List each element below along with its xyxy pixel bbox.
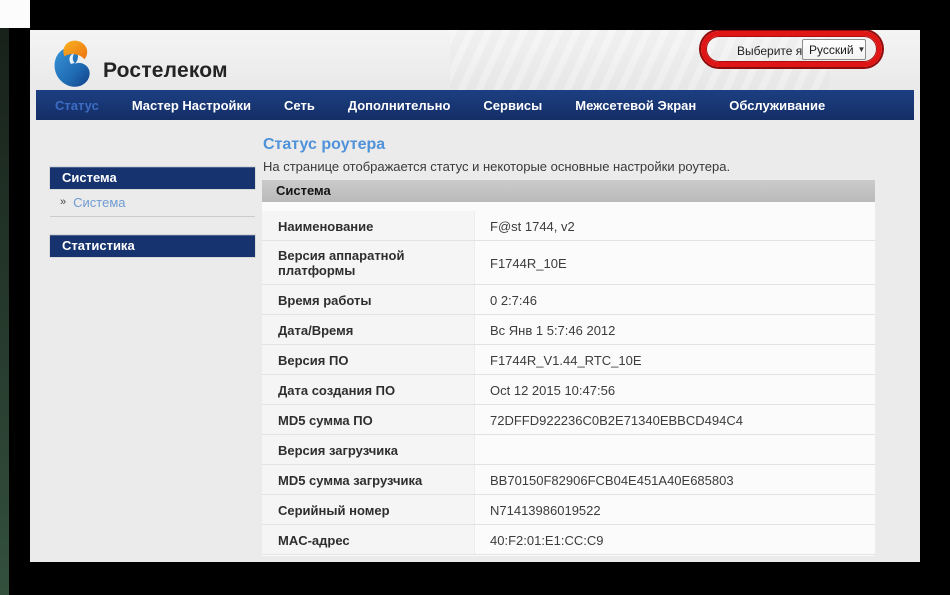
table-row: Дата/Время Вс Янв 1 5:7:46 2012	[262, 315, 875, 345]
row-label: Дата/Время	[262, 315, 475, 344]
table-row: Серийный номер N71413986019522	[262, 495, 875, 525]
row-value	[475, 435, 875, 464]
site-header: Ростелеком Выберите язык: Русский ▼	[30, 30, 920, 90]
table-row: MD5 сумма ПО 72DFFD922236C0B2E71340EBBCD…	[262, 405, 875, 435]
panel-header-system: Система	[262, 180, 875, 202]
table-row: Время работы 0 2:7:46	[262, 285, 875, 315]
table-row: MAC-адрес 40:F2:01:E1:CC:C9	[262, 525, 875, 555]
row-value: BB70150F82906FCB04E451A40E685803	[475, 465, 875, 494]
row-value: F1744R_10E	[475, 241, 875, 284]
rostelecom-logo-text: Ростелеком	[103, 59, 228, 83]
rostelecom-logo[interactable]: Ростелеком	[50, 34, 228, 90]
row-label: Наименование	[262, 211, 475, 240]
sidebar-link-system[interactable]: » Система	[50, 192, 255, 212]
row-value: 72DFFD922236C0B2E71340EBBCD494C4	[475, 405, 875, 434]
row-label: Серийный номер	[262, 495, 475, 524]
main-nav: Статус Мастер Настройки Сеть Дополнитель…	[36, 90, 914, 120]
row-label: Дата создания ПО	[262, 375, 475, 404]
nav-item-maintenance[interactable]: Обслуживание	[729, 98, 825, 113]
sidebar-link-label: Система	[73, 195, 125, 210]
row-label: MD5 сумма ПО	[262, 405, 475, 434]
system-info-table: Наименование F@st 1744, v2 Версия аппара…	[262, 202, 875, 556]
nav-item-status[interactable]: Статус	[55, 98, 99, 113]
row-value: F1744R_V1.44_RTC_10E	[475, 345, 875, 374]
row-value: 40:F2:01:E1:CC:C9	[475, 525, 875, 554]
browser-viewport: Ростелеком Выберите язык: Русский ▼ Стат…	[30, 30, 920, 562]
sidebar-divider	[50, 216, 255, 217]
table-row: Версия загрузчика	[262, 435, 875, 465]
page-title: Статус роутера	[263, 136, 385, 154]
dropdown-arrow-icon: ▼	[858, 45, 866, 54]
row-label: MD5 сумма загрузчика	[262, 465, 475, 494]
nav-item-firewall[interactable]: Межсетевой Экран	[575, 98, 696, 113]
row-label: Время работы	[262, 285, 475, 314]
table-row: Версия аппаратной платформы F1744R_10E	[262, 241, 875, 285]
row-label: Версия аппаратной платформы	[262, 241, 475, 284]
row-label: Версия ПО	[262, 345, 475, 374]
sidebar-section-header-system[interactable]: Система	[50, 167, 255, 189]
page-subtitle: На странице отображается статус и некото…	[263, 159, 730, 174]
language-select[interactable]: Русский ▼	[802, 39, 866, 60]
table-row: Дата создания ПО Oct 12 2015 10:47:56	[262, 375, 875, 405]
table-row: Наименование F@st 1744, v2	[262, 211, 875, 241]
language-select-value: Русский	[809, 43, 854, 57]
window-corner	[0, 0, 30, 28]
nav-item-setup-wizard[interactable]: Мастер Настройки	[132, 98, 251, 113]
row-value: Oct 12 2015 10:47:56	[475, 375, 875, 404]
chevron-right-icon: »	[60, 196, 66, 208]
row-value: F@st 1744, v2	[475, 211, 875, 240]
nav-item-services[interactable]: Сервисы	[483, 98, 542, 113]
row-label: MAC-адрес	[262, 525, 475, 554]
table-row: MD5 сумма загрузчика BB70150F82906FCB04E…	[262, 465, 875, 495]
nav-item-advanced[interactable]: Дополнительно	[348, 98, 451, 113]
screenshot-frame: Ростелеком Выберите язык: Русский ▼ Стат…	[0, 0, 950, 595]
row-value: N71413986019522	[475, 495, 875, 524]
sidebar-section-header-statistics[interactable]: Статистика	[50, 235, 255, 257]
rostelecom-logo-icon	[50, 38, 96, 90]
row-value: 0 2:7:46	[475, 285, 875, 314]
header-texture	[450, 30, 830, 90]
desktop-edge-strip	[0, 26, 9, 595]
row-label: Версия загрузчика	[262, 435, 475, 464]
row-value: Вс Янв 1 5:7:46 2012	[475, 315, 875, 344]
nav-item-network[interactable]: Сеть	[284, 98, 315, 113]
table-row: Версия ПО F1744R_V1.44_RTC_10E	[262, 345, 875, 375]
